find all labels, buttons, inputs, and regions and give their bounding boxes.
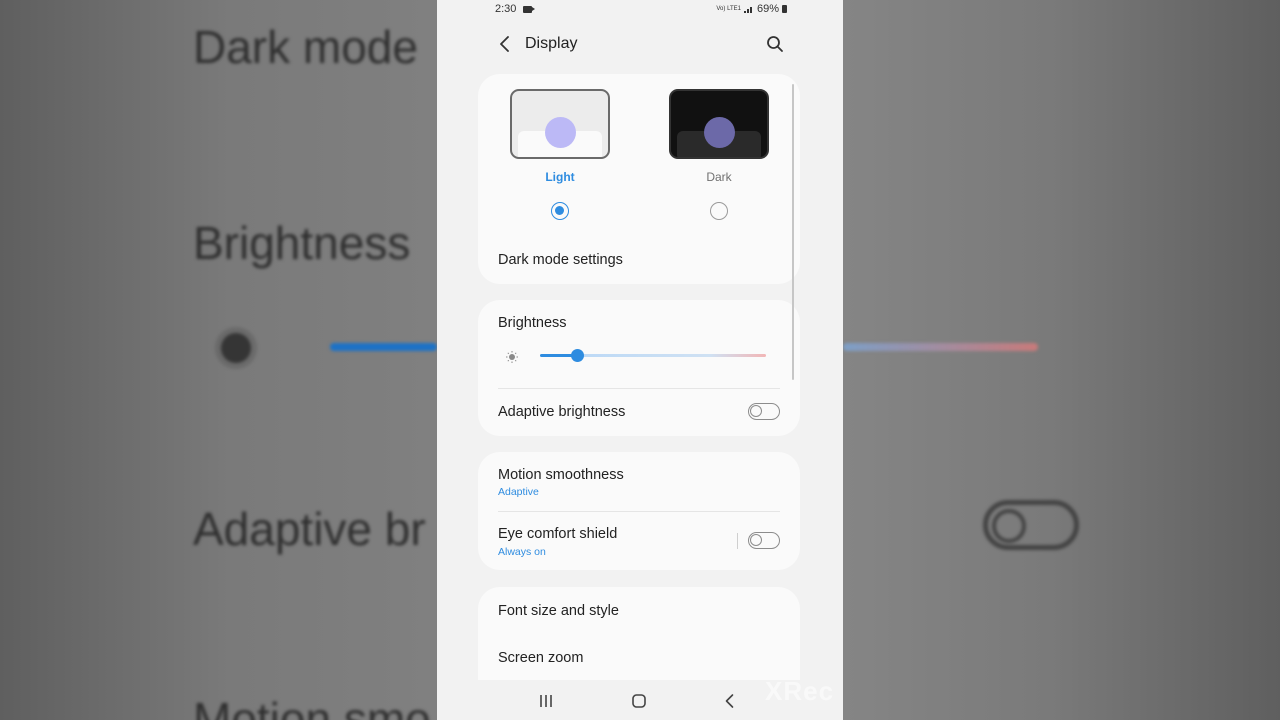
back-arrow-icon[interactable]: [493, 32, 517, 56]
eye-comfort-row[interactable]: Eye comfort shield Always on: [478, 512, 800, 570]
dark-mode-label: Dark: [706, 170, 732, 184]
screen-zoom-row[interactable]: Screen zoom: [478, 635, 800, 679]
scrollbar[interactable]: [792, 84, 794, 380]
motion-smoothness-label: Motion smoothness: [498, 467, 624, 483]
brightness-label: Brightness: [498, 315, 567, 331]
preview-circle: [545, 117, 576, 148]
theme-card: Light Dark Dark mode settings: [478, 74, 800, 284]
light-mode-label: Light: [545, 170, 575, 184]
eye-comfort-label: Eye comfort shield: [498, 526, 618, 542]
dark-mode-preview[interactable]: [669, 89, 769, 159]
dark-mode-radio[interactable]: [710, 202, 728, 220]
app-bar: Display: [437, 24, 843, 64]
page-title: Display: [525, 35, 578, 52]
motion-eye-card: Motion smoothness Adaptive Eye comfort s…: [478, 452, 800, 570]
bg-sun-icon: [221, 333, 251, 363]
battery-percent: 69%: [756, 3, 779, 15]
dark-mode-settings-row[interactable]: Dark mode settings: [478, 240, 800, 280]
phone-screen: 2:30 Vo) LTE1 69% Display Light Dark Dar…: [437, 0, 843, 720]
adaptive-brightness-row[interactable]: Adaptive brightness: [478, 390, 800, 434]
navigation-bar: [478, 680, 800, 720]
eye-comfort-value: Always on: [498, 546, 546, 558]
separator: [737, 533, 738, 549]
network-label: Vo) LTE1: [716, 6, 741, 12]
recents-icon[interactable]: [535, 690, 557, 712]
light-mode-preview[interactable]: [510, 89, 610, 159]
adaptive-brightness-toggle[interactable]: [748, 403, 780, 420]
home-icon[interactable]: [628, 690, 650, 712]
bg-dark-mode-text: Dark mode: [193, 21, 418, 73]
brightness-slider-thumb[interactable]: [571, 349, 584, 362]
motion-smoothness-row[interactable]: Motion smoothness Adaptive: [478, 452, 800, 510]
signal-icon: [743, 7, 752, 13]
bg-slider: [330, 343, 437, 351]
back-nav-icon[interactable]: [719, 690, 741, 712]
battery-icon: [782, 5, 787, 13]
background-right-panel: [843, 0, 1280, 720]
bg-brightness-text: Brightness: [193, 217, 411, 269]
bg-slider-right: [843, 343, 1038, 351]
font-size-label: Font size and style: [498, 603, 619, 619]
font-size-row[interactable]: Font size and style: [478, 587, 800, 635]
status-bar: 2:30 Vo) LTE1 69%: [437, 0, 843, 20]
bg-motion-text: Motion smo: [193, 693, 431, 720]
watermark-logo: XRec: [765, 676, 835, 706]
preview-circle: [704, 117, 735, 148]
font-zoom-card: Font size and style Screen zoom: [478, 587, 800, 687]
motion-smoothness-value: Adaptive: [498, 486, 539, 498]
bg-adaptive-text: Adaptive br: [193, 503, 426, 555]
brightness-slider-track[interactable]: [578, 354, 766, 357]
background-left-panel: Dark mode Brightness Adaptive br Motion …: [0, 0, 437, 720]
divider: [498, 388, 780, 389]
status-right: Vo) LTE1 69%: [716, 3, 787, 15]
dark-mode-settings-label: Dark mode settings: [498, 252, 623, 268]
adaptive-brightness-label: Adaptive brightness: [498, 404, 626, 420]
screen-zoom-label: Screen zoom: [498, 650, 584, 666]
eye-comfort-toggle[interactable]: [748, 532, 780, 549]
search-icon[interactable]: [763, 32, 787, 56]
light-mode-radio[interactable]: [551, 202, 569, 220]
screen-record-icon: [523, 6, 535, 13]
brightness-card: Brightness Adaptive brightness: [478, 300, 800, 436]
bg-toggle: [983, 500, 1079, 550]
sun-icon: [506, 351, 518, 363]
status-time: 2:30: [495, 3, 517, 15]
